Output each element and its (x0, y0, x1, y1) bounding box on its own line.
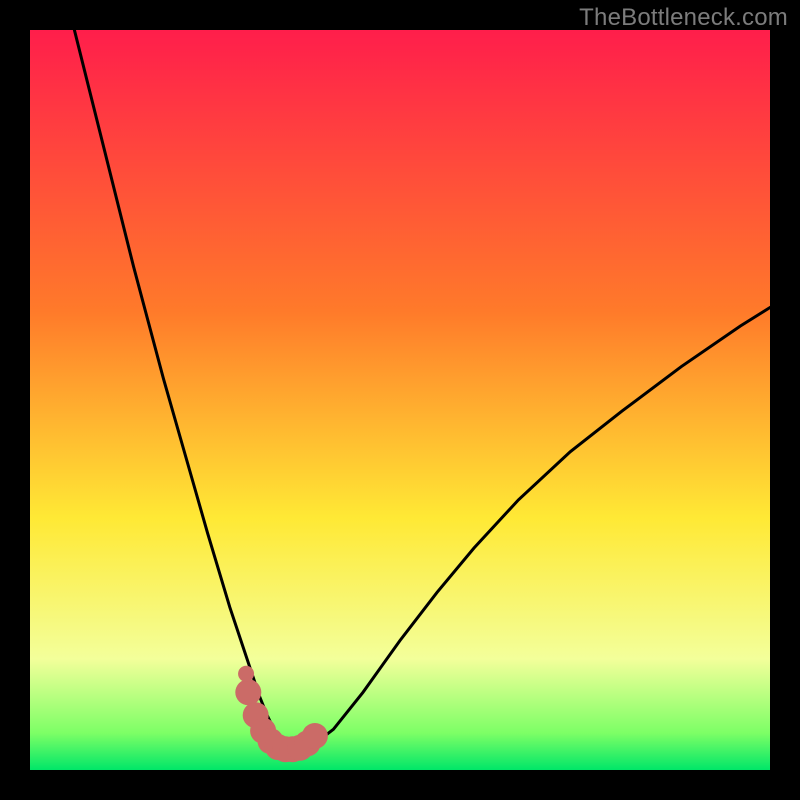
optimal-marker (235, 679, 261, 705)
gradient-background (30, 30, 770, 770)
plot-area (30, 30, 770, 770)
extra-dot (238, 666, 254, 682)
optimal-marker (302, 723, 328, 749)
watermark-text: TheBottleneck.com (579, 4, 788, 32)
bottleneck-chart (30, 30, 770, 770)
chart-frame: TheBottleneck.com (0, 0, 800, 800)
